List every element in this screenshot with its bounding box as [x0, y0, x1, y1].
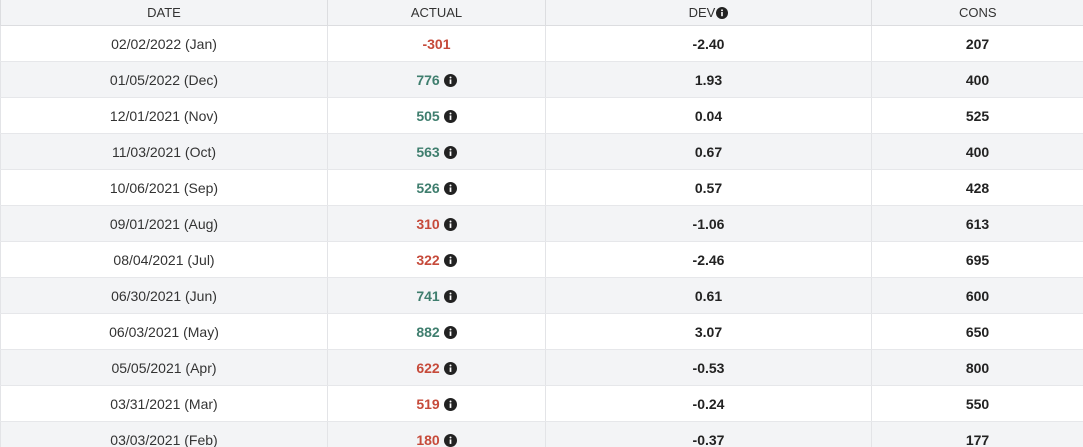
info-icon[interactable] [443, 433, 457, 447]
cell-date: 03/03/2021 (Feb) [0, 421, 328, 447]
cell-actual: 310 [327, 205, 546, 242]
cell-cons: 650 [871, 313, 1083, 350]
info-icon[interactable] [443, 253, 457, 267]
info-icon[interactable] [443, 325, 457, 339]
cell-actual: 322 [327, 241, 546, 278]
column-header-actual[interactable]: ACTUAL [327, 0, 546, 26]
cell-date: 05/05/2021 (Apr) [0, 349, 328, 386]
economic-history-table: DATE ACTUAL DEV CONS 02/02/2022 (Jan) -3… [0, 0, 1083, 447]
cell-cons: 550 [871, 385, 1083, 422]
table-row: 11/03/2021 (Oct) 563 0.67 400 [0, 133, 1083, 170]
cell-date: 12/01/2021 (Nov) [0, 97, 328, 134]
info-icon[interactable] [443, 73, 457, 87]
cell-actual: 526 [327, 169, 546, 206]
cell-dev: -2.40 [545, 25, 872, 62]
actual-value: 310 [416, 215, 440, 232]
table-row: 02/02/2022 (Jan) -301 -2.40 207 [0, 25, 1083, 62]
cell-date: 09/01/2021 (Aug) [0, 205, 328, 242]
cell-actual: 563 [327, 133, 546, 170]
cell-actual: -301 [327, 25, 546, 62]
actual-value: 505 [416, 107, 440, 124]
cell-dev: -0.53 [545, 349, 872, 386]
table-row: 12/01/2021 (Nov) 505 0.04 525 [0, 97, 1083, 134]
actual-value: -301 [422, 35, 451, 52]
cell-dev: 0.67 [545, 133, 872, 170]
cell-actual: 741 [327, 277, 546, 314]
actual-value: 322 [416, 251, 440, 268]
cell-dev: 0.61 [545, 277, 872, 314]
table-row: 01/05/2022 (Dec) 776 1.93 400 [0, 61, 1083, 98]
actual-value: 776 [416, 71, 440, 88]
table-row: 06/03/2021 (May) 882 3.07 650 [0, 313, 1083, 350]
column-header-date[interactable]: DATE [0, 0, 328, 26]
cell-dev: -0.24 [545, 385, 872, 422]
table-header: DATE ACTUAL DEV CONS [0, 0, 1083, 26]
cell-actual: 519 [327, 385, 546, 422]
info-icon[interactable] [443, 397, 457, 411]
cell-cons: 400 [871, 61, 1083, 98]
actual-value: 622 [416, 359, 440, 376]
actual-value: 526 [416, 179, 440, 196]
column-header-cons[interactable]: CONS [871, 0, 1083, 26]
cell-date: 10/06/2021 (Sep) [0, 169, 328, 206]
cell-dev: 0.57 [545, 169, 872, 206]
cell-cons: 600 [871, 277, 1083, 314]
info-icon[interactable] [443, 109, 457, 123]
actual-value: 741 [416, 287, 440, 304]
actual-value: 563 [416, 143, 440, 160]
cell-dev: 0.04 [545, 97, 872, 134]
table-body: 02/02/2022 (Jan) -301 -2.40 207 01/05/20… [0, 25, 1083, 447]
cell-cons: 525 [871, 97, 1083, 134]
cell-cons: 613 [871, 205, 1083, 242]
column-header-dev[interactable]: DEV [545, 0, 872, 26]
cell-date: 02/02/2022 (Jan) [0, 25, 328, 62]
cell-dev: -2.46 [545, 241, 872, 278]
cell-cons: 428 [871, 169, 1083, 206]
table-row: 10/06/2021 (Sep) 526 0.57 428 [0, 169, 1083, 206]
info-icon[interactable] [716, 7, 729, 19]
info-icon[interactable] [443, 145, 457, 159]
cell-date: 03/31/2021 (Mar) [0, 385, 328, 422]
cell-actual: 882 [327, 313, 546, 350]
cell-dev: 1.93 [545, 61, 872, 98]
header-row: DATE ACTUAL DEV CONS [0, 0, 1083, 26]
actual-value: 882 [416, 323, 440, 340]
cell-date: 01/05/2022 (Dec) [0, 61, 328, 98]
cell-cons: 695 [871, 241, 1083, 278]
cell-actual: 622 [327, 349, 546, 386]
cell-actual: 505 [327, 97, 546, 134]
cell-dev: 3.07 [545, 313, 872, 350]
info-icon[interactable] [443, 181, 457, 195]
cell-dev: -0.37 [545, 421, 872, 447]
cell-dev: -1.06 [545, 205, 872, 242]
cell-date: 06/30/2021 (Jun) [0, 277, 328, 314]
cell-actual: 180 [327, 421, 546, 447]
actual-value: 519 [416, 395, 440, 412]
info-icon[interactable] [443, 289, 457, 303]
info-icon[interactable] [443, 217, 457, 231]
table-row: 05/05/2021 (Apr) 622 -0.53 800 [0, 349, 1083, 386]
table-row: 03/03/2021 (Feb) 180 -0.37 177 [0, 421, 1083, 447]
cell-cons: 400 [871, 133, 1083, 170]
cell-date: 06/03/2021 (May) [0, 313, 328, 350]
cell-cons: 207 [871, 25, 1083, 62]
table-row: 09/01/2021 (Aug) 310 -1.06 613 [0, 205, 1083, 242]
table-row: 06/30/2021 (Jun) 741 0.61 600 [0, 277, 1083, 314]
cell-date: 11/03/2021 (Oct) [0, 133, 328, 170]
info-icon[interactable] [443, 361, 457, 375]
table-row: 03/31/2021 (Mar) 519 -0.24 550 [0, 385, 1083, 422]
cell-cons: 800 [871, 349, 1083, 386]
cell-actual: 776 [327, 61, 546, 98]
cell-date: 08/04/2021 (Jul) [0, 241, 328, 278]
actual-value: 180 [416, 431, 440, 447]
table-row: 08/04/2021 (Jul) 322 -2.46 695 [0, 241, 1083, 278]
cell-cons: 177 [871, 421, 1083, 447]
